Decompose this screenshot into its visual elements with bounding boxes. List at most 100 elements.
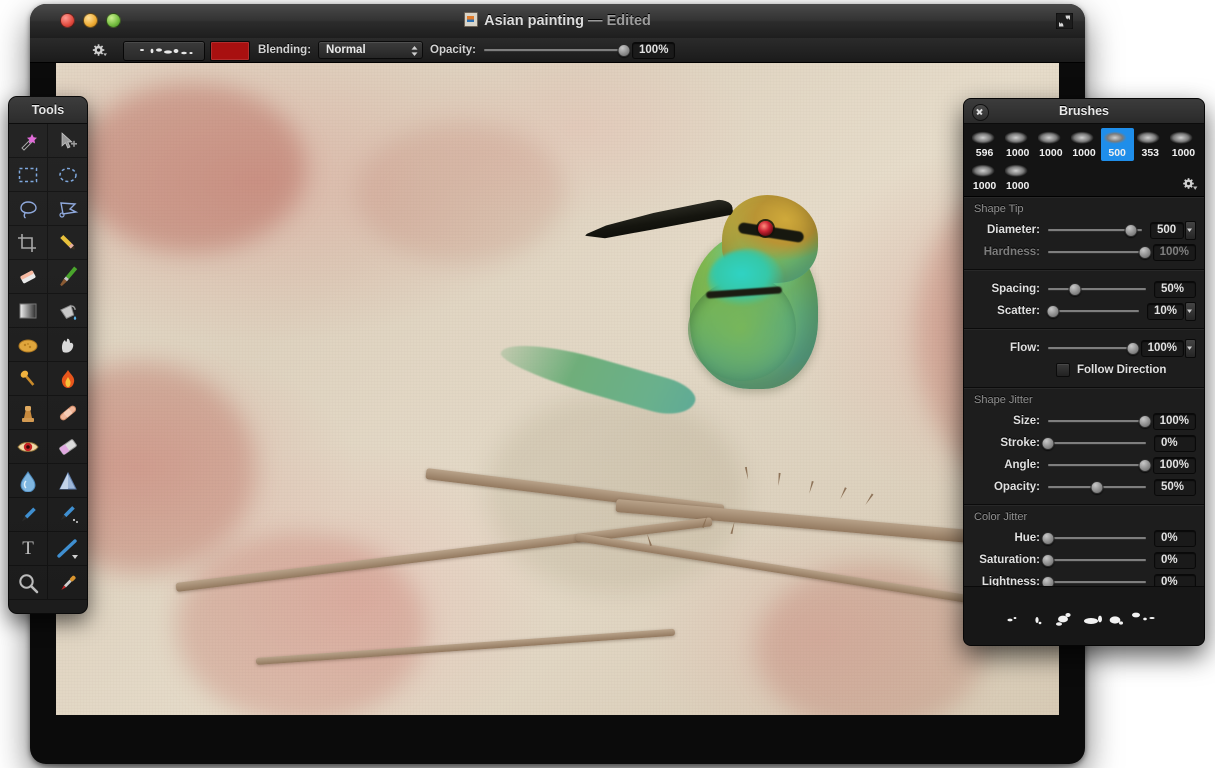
hue-slider-knob[interactable] bbox=[1041, 531, 1055, 545]
jitter-angle-value[interactable]: 100% bbox=[1152, 456, 1196, 474]
paint-bucket-tool[interactable] bbox=[48, 294, 87, 328]
paintbrush-tool[interactable] bbox=[48, 260, 87, 294]
hue-slider[interactable] bbox=[1041, 531, 1146, 545]
brush-preset[interactable]: 1000 bbox=[1067, 128, 1100, 161]
hardness-value[interactable]: 100% bbox=[1152, 243, 1196, 261]
dodge-tool[interactable] bbox=[9, 362, 48, 396]
flow-slider-knob[interactable] bbox=[1126, 341, 1140, 355]
magic-wand-tool[interactable] bbox=[9, 124, 48, 158]
lasso-tool[interactable] bbox=[9, 192, 48, 226]
brush-preset-size: 1000 bbox=[1072, 147, 1096, 159]
jitter-size-slider-knob[interactable] bbox=[1138, 414, 1152, 428]
follow-direction-checkbox[interactable] bbox=[1056, 363, 1070, 377]
jitter-size-label: Size: bbox=[1013, 415, 1040, 427]
jitter-angle-slider-knob[interactable] bbox=[1138, 458, 1152, 472]
scatter-value[interactable]: 10% bbox=[1146, 302, 1184, 320]
tools-grid: T bbox=[9, 124, 87, 600]
pen-tool[interactable] bbox=[9, 498, 48, 532]
crop-tool[interactable] bbox=[9, 226, 48, 260]
jitter-size-slider[interactable] bbox=[1048, 414, 1152, 428]
burn-tool[interactable] bbox=[48, 362, 87, 396]
flow-slider[interactable] bbox=[1048, 341, 1140, 355]
artwork-image bbox=[56, 63, 1059, 715]
jitter-angle-slider[interactable] bbox=[1048, 458, 1152, 472]
bandage-heal-tool[interactable] bbox=[48, 396, 87, 430]
smudge-tool[interactable] bbox=[48, 328, 87, 362]
diameter-stepper[interactable] bbox=[1185, 220, 1196, 240]
jitter-opacity-value[interactable]: 50% bbox=[1154, 478, 1196, 496]
spacing-slider-knob[interactable] bbox=[1068, 282, 1082, 296]
saturation-slider[interactable] bbox=[1041, 553, 1146, 567]
gradient-tool[interactable] bbox=[9, 294, 48, 328]
saturation-value[interactable]: 0% bbox=[1154, 551, 1196, 569]
brushes-panel: Brushes 596 1000 1000 1000 500 353 1000 … bbox=[963, 98, 1205, 646]
diameter-slider-knob[interactable] bbox=[1124, 223, 1138, 237]
brush-preset[interactable]: 1000 bbox=[1167, 128, 1200, 161]
brush-preset[interactable]: 1000 bbox=[968, 161, 1001, 194]
brush-stroke-preview-swatch[interactable] bbox=[123, 41, 205, 61]
brush-preset[interactable]: 596 bbox=[968, 128, 1001, 161]
brush-preset[interactable]: 1000 bbox=[1001, 128, 1034, 161]
foreground-color-swatch[interactable] bbox=[210, 41, 250, 61]
brushes-panel-titlebar[interactable]: Brushes bbox=[964, 99, 1204, 124]
pencil-tool[interactable] bbox=[48, 226, 87, 260]
opacity-slider-knob[interactable] bbox=[617, 43, 631, 57]
scatter-slider-knob[interactable] bbox=[1046, 304, 1060, 318]
polygonal-lasso-tool[interactable] bbox=[48, 192, 87, 226]
elliptical-marquee-tool[interactable] bbox=[48, 158, 87, 192]
brush-preset[interactable]: 1000 bbox=[1001, 161, 1034, 194]
close-icon[interactable] bbox=[972, 104, 989, 121]
window-titlebar[interactable]: Asian painting — Edited bbox=[30, 4, 1085, 39]
hue-value[interactable]: 0% bbox=[1154, 529, 1196, 547]
rectangular-marquee-tool[interactable] bbox=[9, 158, 48, 192]
brush-tip-icon bbox=[1170, 131, 1197, 145]
brush-preset[interactable]: 1000 bbox=[1034, 128, 1067, 161]
red-eye-tool[interactable] bbox=[9, 430, 48, 464]
diameter-value[interactable]: 500 bbox=[1150, 221, 1184, 239]
jitter-angle-label: Angle: bbox=[1004, 459, 1040, 471]
sharpen-tool[interactable] bbox=[48, 464, 87, 498]
eraser-tool[interactable] bbox=[48, 430, 87, 464]
jitter-opacity-label: Opacity: bbox=[993, 481, 1040, 493]
eyedropper-tool[interactable] bbox=[48, 566, 87, 600]
spacing-slider[interactable] bbox=[1048, 282, 1146, 296]
window-title-separator: — bbox=[588, 13, 603, 29]
spacing-row: Spacing: 50% bbox=[964, 278, 1204, 300]
clone-stamp-tool[interactable] bbox=[9, 396, 48, 430]
canvas-area[interactable] bbox=[56, 63, 1059, 715]
hardness-slider-knob[interactable] bbox=[1138, 245, 1152, 259]
tool-options-gear-button[interactable] bbox=[92, 38, 107, 62]
follow-direction-label: Follow Direction bbox=[1077, 364, 1167, 376]
blending-mode-select[interactable]: Normal bbox=[318, 41, 424, 59]
flow-value[interactable]: 100% bbox=[1140, 339, 1184, 357]
fullscreen-icon[interactable] bbox=[1055, 12, 1074, 30]
color-jitter-heading: Color Jitter bbox=[974, 511, 1028, 523]
blur-tool[interactable] bbox=[9, 464, 48, 498]
diameter-slider[interactable] bbox=[1048, 223, 1142, 237]
scatter-slider[interactable] bbox=[1046, 304, 1139, 318]
sponge-tool[interactable] bbox=[9, 328, 48, 362]
jitter-stroke-value[interactable]: 0% bbox=[1154, 434, 1196, 452]
hardness-slider[interactable] bbox=[1048, 245, 1152, 259]
eraser-block-tool[interactable] bbox=[9, 260, 48, 294]
jitter-opacity-slider[interactable] bbox=[1048, 480, 1146, 494]
jitter-size-value[interactable]: 100% bbox=[1152, 412, 1196, 430]
jitter-stroke-slider-knob[interactable] bbox=[1041, 436, 1055, 450]
brush-preset-selected[interactable]: 500 bbox=[1100, 128, 1134, 161]
saturation-slider-knob[interactable] bbox=[1041, 553, 1055, 567]
brush-options-gear-button[interactable] bbox=[1182, 177, 1198, 191]
text-tool[interactable]: T bbox=[9, 532, 48, 566]
opacity-value[interactable]: 100% bbox=[632, 41, 676, 59]
jitter-opacity-slider-knob[interactable] bbox=[1090, 480, 1104, 494]
flow-stepper[interactable] bbox=[1185, 338, 1196, 358]
opacity-slider[interactable] bbox=[484, 43, 631, 57]
move-tool[interactable] bbox=[48, 124, 87, 158]
jitter-stroke-slider[interactable] bbox=[1041, 436, 1146, 450]
freehand-pen-tool[interactable] bbox=[48, 498, 87, 532]
scatter-stepper[interactable] bbox=[1185, 301, 1196, 321]
brush-preset[interactable]: 353 bbox=[1134, 128, 1167, 161]
line-tool[interactable] bbox=[48, 532, 87, 566]
zoom-tool[interactable] bbox=[9, 566, 48, 600]
hue-row: Hue: 0% bbox=[964, 527, 1204, 549]
spacing-value[interactable]: 50% bbox=[1154, 280, 1196, 298]
